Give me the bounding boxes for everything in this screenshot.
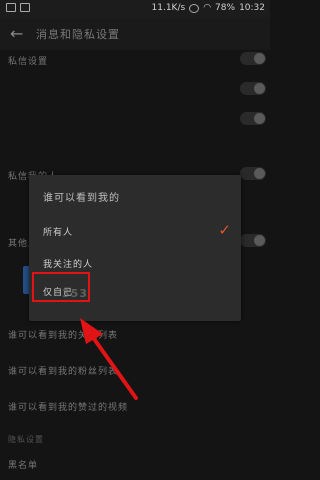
annotation-arrow [80, 318, 138, 400]
